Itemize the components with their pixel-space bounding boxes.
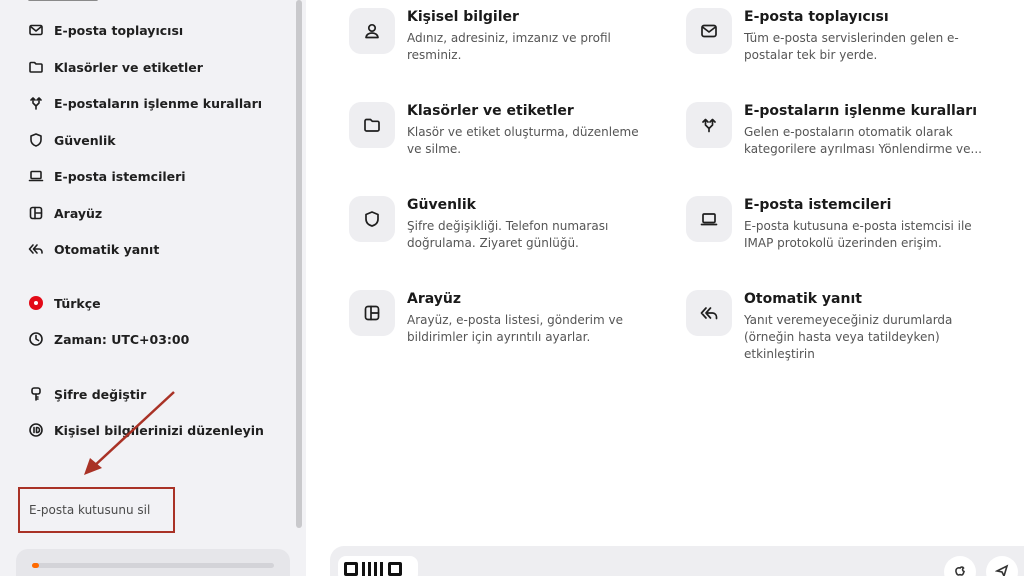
- laptop-icon: [28, 168, 44, 184]
- card-title: Otomatik yanıt: [744, 291, 862, 307]
- sidebar-item-label: Zaman: UTC+03:00: [54, 331, 190, 347]
- sidebar-item-label: E-postaların işlenme kuralları: [54, 95, 263, 111]
- sidebar-item-label: E-posta istemcileri: [54, 168, 186, 184]
- sidebar-item-language[interactable]: Türkçe: [28, 295, 101, 311]
- clipped-sidebar-item: [28, 0, 98, 4]
- sidebar-item-label: Otomatik yanıt: [54, 241, 160, 257]
- folder-icon: [28, 59, 44, 75]
- sidebar-item-folders[interactable]: Klasörler ve etiketler: [28, 59, 203, 75]
- card-title: E-posta istemcileri: [744, 197, 892, 213]
- storage-panel: [16, 549, 290, 576]
- send-icon: [994, 563, 1009, 576]
- card-auto-reply[interactable]: Otomatik yanıt Yanıt veremeyeceğiniz duru…: [686, 290, 984, 363]
- folder-icon: [349, 102, 395, 148]
- qr-code-icon: [338, 556, 418, 576]
- card-description: Gelen e-postaların otomatik olarak kateg…: [744, 125, 982, 156]
- settings-sidebar: E-posta toplayıcısı Klasörler ve etiketl…: [0, 0, 306, 576]
- layout-icon: [28, 205, 44, 221]
- card-title: Klasörler ve etiketler: [407, 103, 574, 119]
- card-title: E-posta toplayıcısı: [744, 9, 889, 25]
- annotation-arrow: [84, 391, 175, 475]
- sidebar-item-mail-collector[interactable]: E-posta toplayıcısı: [28, 22, 183, 38]
- rules-icon: [28, 95, 44, 111]
- sidebar-item-label: Güvenlik: [54, 132, 116, 148]
- clock-icon: [28, 331, 44, 347]
- card-mail-collector[interactable]: E-posta toplayıcısı Tüm e-posta servisler…: [686, 8, 984, 64]
- reply-all-icon: [28, 241, 44, 257]
- storage-progress-bar: [32, 563, 274, 568]
- card-description: Yanıt veremeyeceğiniz durumlarda (örneği…: [744, 313, 953, 361]
- card-title: E-postaların işlenme kuralları: [744, 103, 978, 119]
- card-description: Tüm e-posta servislerinden gelen e-posta…: [744, 31, 959, 62]
- delete-mailbox-link[interactable]: E-posta kutusunu sil: [18, 487, 175, 533]
- shield-icon: [28, 132, 44, 148]
- sidebar-item-rules[interactable]: E-postaların işlenme kuralları: [28, 95, 262, 111]
- card-description: E-posta kutusuna e-posta istemcisi ile I…: [744, 219, 972, 250]
- app-promo-bar: [330, 546, 1024, 576]
- card-mail-clients[interactable]: E-posta istemcileri E-posta kutusuna e-po…: [686, 196, 984, 252]
- person-icon: [349, 8, 395, 54]
- sidebar-item-mail-clients[interactable]: E-posta istemcileri: [28, 168, 186, 184]
- sidebar-item-interface[interactable]: Arayüz: [28, 205, 102, 221]
- rules-icon: [686, 102, 732, 148]
- id-icon: [28, 422, 44, 438]
- sidebar-item-security[interactable]: Güvenlik: [28, 132, 116, 148]
- reply-all-icon: [686, 290, 732, 336]
- shield-icon: [349, 196, 395, 242]
- apple-icon: [953, 563, 967, 576]
- card-title: Güvenlik: [407, 197, 476, 213]
- card-title: Arayüz: [407, 291, 461, 307]
- card-description: Klasör ve etiket oluşturma, düzenleme ve…: [407, 125, 639, 156]
- card-security[interactable]: Güvenlik Şifre değişikliği. Telefon numar…: [349, 196, 647, 252]
- card-description: Şifre değişikliği. Telefon numarası doğr…: [407, 219, 609, 250]
- key-icon: [28, 386, 44, 402]
- sidebar-scrollbar[interactable]: [296, 0, 302, 528]
- card-personal-info[interactable]: Kişisel bilgiler Adınız, adresiniz, imzan…: [349, 8, 647, 64]
- sidebar-item-label: Klasörler ve etiketler: [54, 59, 203, 75]
- storage-progress-fill: [32, 563, 40, 568]
- card-interface[interactable]: Arayüz Arayüz, e-posta listesi, gönderim …: [349, 290, 647, 346]
- turkey-flag-icon: [28, 295, 44, 311]
- sidebar-item-timezone[interactable]: Zaman: UTC+03:00: [28, 331, 189, 347]
- sidebar-item-label: Türkçe: [54, 295, 101, 311]
- envelope-icon: [686, 8, 732, 54]
- sidebar-item-label: E-posta toplayıcısı: [54, 22, 184, 38]
- laptop-icon: [686, 196, 732, 242]
- sidebar-item-label: Arayüz: [54, 205, 103, 221]
- sidebar-item-auto-reply[interactable]: Otomatik yanıt: [28, 241, 159, 257]
- card-description: Arayüz, e-posta listesi, gönderim ve bil…: [407, 313, 623, 344]
- layout-icon: [349, 290, 395, 336]
- card-title: Kişisel bilgiler: [407, 9, 519, 25]
- envelope-icon: [28, 22, 44, 38]
- card-mail-rules[interactable]: E-postaların işlenme kuralları Gelen e-po…: [686, 102, 984, 158]
- card-description: Adınız, adresiniz, imzanız ve profil res…: [407, 31, 611, 62]
- card-folders-labels[interactable]: Klasörler ve etiketler Klasör ve etiket o…: [349, 102, 647, 158]
